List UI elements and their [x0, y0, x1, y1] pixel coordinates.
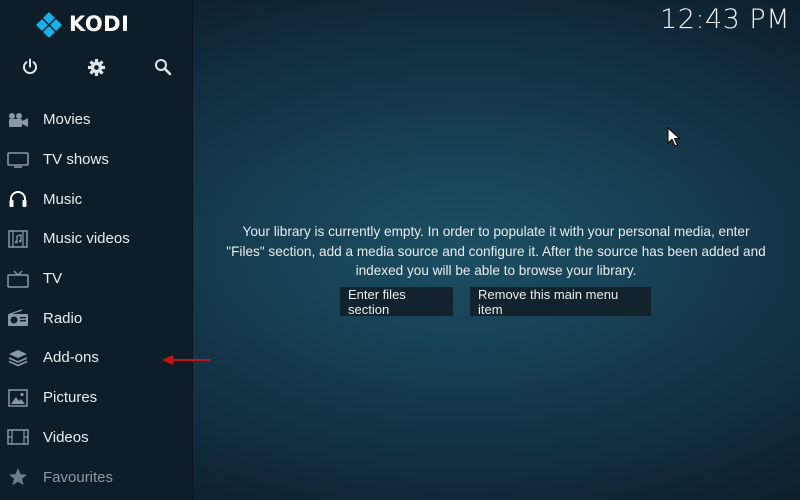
- menu-label: Pictures: [43, 389, 98, 407]
- action-buttons: Enter files section Remove this main men…: [340, 287, 651, 317]
- annotation-arrow-icon: [162, 355, 210, 365]
- remove-menu-item-button[interactable]: Remove this main menu item: [470, 287, 651, 317]
- empty-library-message: Your library is currently empty. In orde…: [205, 222, 787, 281]
- menu-item-music[interactable]: Music: [0, 179, 193, 219]
- kodi-logo-icon: [36, 12, 62, 37]
- tv-shows-icon: [7, 150, 29, 170]
- menu-label: Movies: [43, 111, 91, 129]
- radio-icon: [7, 308, 29, 328]
- addons-icon: [7, 348, 29, 368]
- star-icon: [7, 467, 29, 487]
- menu-item-favourites[interactable]: Favourites: [0, 457, 193, 497]
- settings-icon[interactable]: [85, 56, 107, 78]
- menu-label: TV: [43, 270, 63, 288]
- menu-label: TV shows: [43, 151, 109, 169]
- menu-label: Add-ons: [43, 349, 99, 367]
- sidebar: KODI Movies TV shows Music Music videos …: [0, 0, 193, 500]
- music-videos-icon: [7, 229, 29, 249]
- kodi-logo: KODI: [36, 10, 129, 38]
- menu-label: Music: [43, 190, 83, 208]
- message-line: Your library is currently empty. In orde…: [242, 224, 750, 239]
- tv-icon: [7, 269, 29, 289]
- menu-item-videos[interactable]: Videos: [0, 418, 193, 458]
- kodi-home-screen: KODI Movies TV shows Music Music videos …: [0, 0, 800, 500]
- enter-files-section-button[interactable]: Enter files section: [340, 287, 453, 317]
- pictures-icon: [7, 388, 29, 408]
- menu-item-radio[interactable]: Radio: [0, 298, 193, 338]
- menu-item-tv[interactable]: TV: [0, 259, 193, 299]
- app-name: KODI: [69, 12, 130, 36]
- power-icon[interactable]: [19, 56, 41, 78]
- menu-label: Radio: [43, 309, 83, 327]
- clock: 12:43 PM: [660, 4, 790, 35]
- menu-label: Videos: [43, 428, 89, 446]
- menu-item-pictures[interactable]: Pictures: [0, 378, 193, 418]
- headphones-icon: [7, 189, 29, 209]
- message-line: indexed you will be able to browse your …: [355, 263, 637, 278]
- movies-icon: [7, 110, 29, 130]
- videos-icon: [7, 427, 29, 447]
- menu-item-tv-shows[interactable]: TV shows: [0, 140, 193, 180]
- menu-label: Favourites: [43, 468, 114, 486]
- menu-item-music-videos[interactable]: Music videos: [0, 219, 193, 259]
- menu-label: Music videos: [43, 230, 130, 248]
- message-line: "Files" section, add a media source and …: [226, 243, 766, 259]
- main-menu: Movies TV shows Music Music videos TV Ra…: [0, 100, 193, 497]
- search-icon[interactable]: [152, 56, 174, 78]
- menu-item-movies[interactable]: Movies: [0, 100, 193, 140]
- top-icons: [0, 54, 193, 80]
- mouse-cursor-icon: [667, 127, 681, 147]
